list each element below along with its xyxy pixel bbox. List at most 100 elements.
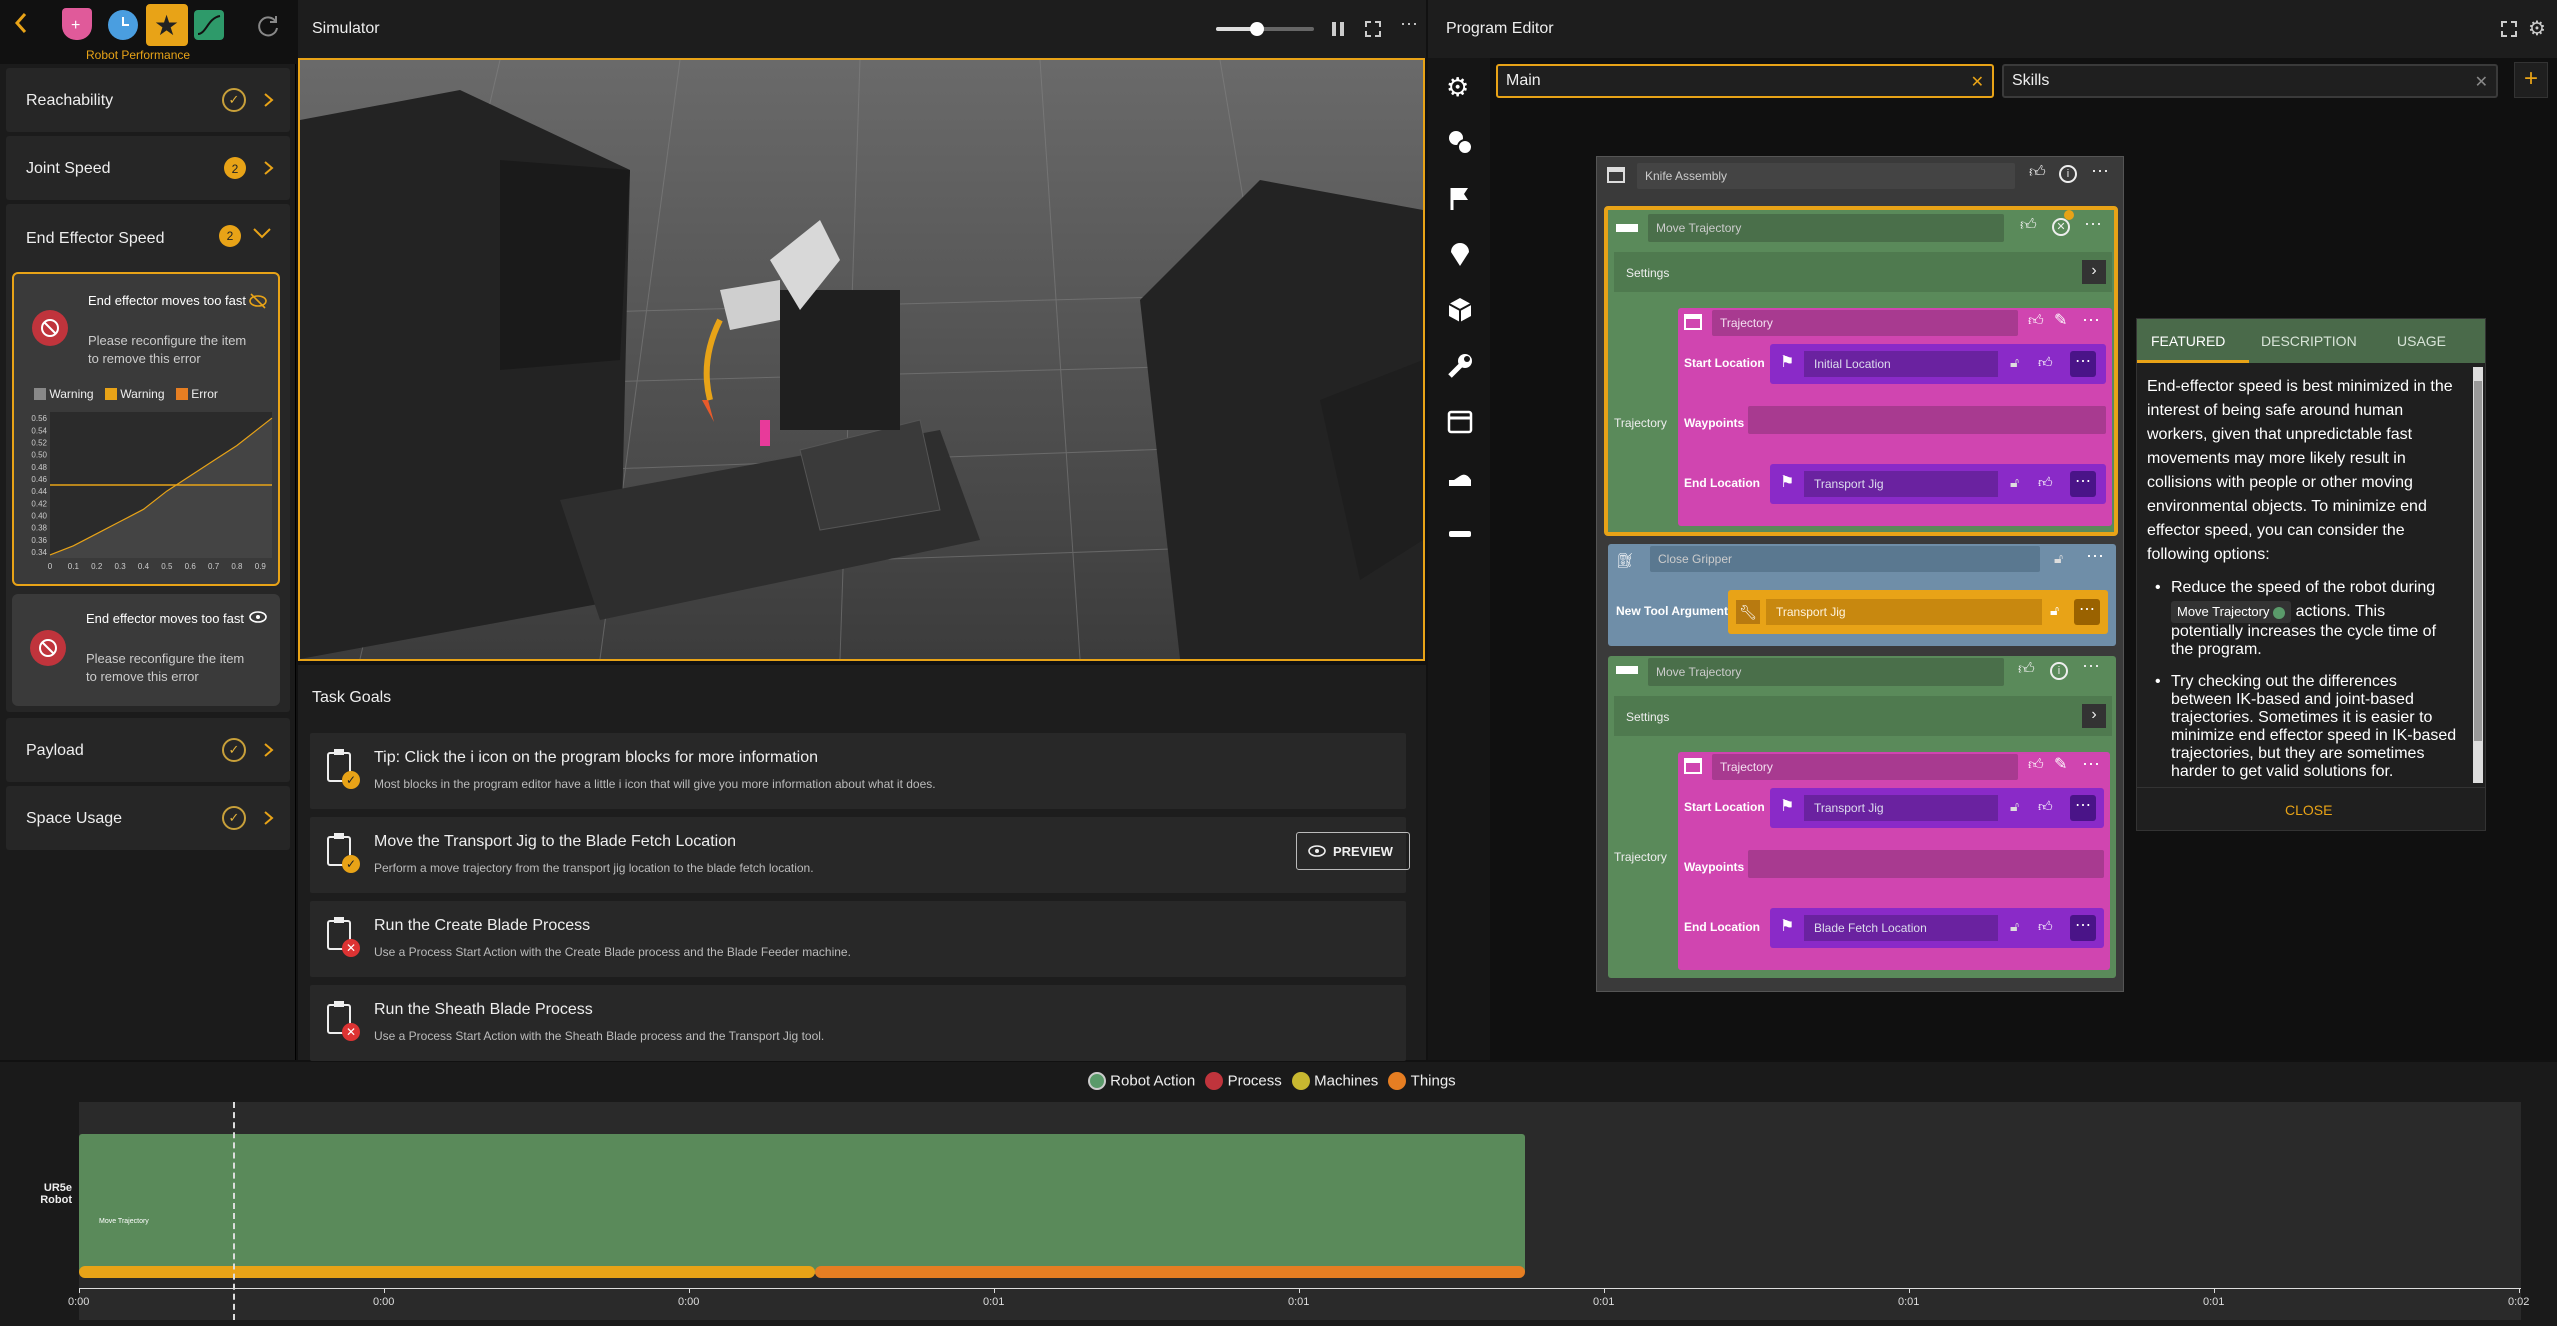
more-icon[interactable]: ⋯ [1400,14,1418,35]
preview-button[interactable]: PREVIEW [1296,832,1410,870]
tab-description[interactable]: DESCRIPTION [2261,333,2357,349]
transport-jig-field[interactable]: Transport Jig [1804,471,1998,497]
safety-shield-icon[interactable]: + [62,8,92,40]
chevron-down-icon[interactable] [252,226,272,242]
wrench-icon[interactable] [1446,352,1474,380]
minus-block-icon[interactable] [1446,520,1474,548]
lock-icon[interactable]: 🔓︎ [2010,798,2019,815]
machines-bar[interactable] [79,1266,815,1278]
move-trajectory-title[interactable]: Move Trajectory [1648,214,2004,242]
trajectory-block[interactable]: Trajectory 👍︎ ✎ ⋯ Start Location ⚑ Trans… [1678,752,2110,970]
refresh-icon[interactable] [256,14,280,38]
space-usage-item[interactable]: Space Usage ✓ [6,786,290,850]
initial-location-block[interactable]: ⚑ Initial Location 🔓︎ 👍︎ ⋯ [1770,344,2106,384]
scrollbar-thumb[interactable] [2474,381,2482,741]
more-icon[interactable]: ⋯ [2082,656,2100,677]
tab-main[interactable]: Main ✕ [1496,64,1994,98]
trajectory-title[interactable]: Trajectory [1712,754,2018,780]
back-icon[interactable] [14,12,28,34]
move-trajectory-block[interactable]: Move Trajectory 👍︎ i ⋯ Settings › Trajec… [1608,656,2116,978]
more-icon[interactable]: ⋯ [2082,754,2100,775]
close-icon[interactable]: ✕ [1971,72,1984,92]
blade-fetch-location-block[interactable]: ⚑ Blade Fetch Location 🔓︎ 👍︎ ⋯ [1770,908,2104,948]
payload-item[interactable]: Payload ✓ [6,718,290,782]
thumbs-up-icon[interactable]: 👍︎ [2020,216,2037,235]
lock-icon[interactable]: 🔓︎ [2010,918,2019,935]
knife-assembly-title[interactable]: Knife Assembly [1637,163,2015,189]
tab-usage[interactable]: USAGE [2397,333,2446,349]
more-icon[interactable]: ⋯ [2082,310,2100,331]
edit-pencil-icon[interactable]: ✎ [2054,310,2067,330]
pause-icon[interactable] [1330,20,1346,38]
simulator-3d-viewport[interactable] [298,58,1425,661]
zoom-slider[interactable] [1216,22,1314,36]
task-goal-item[interactable]: ✕ Run the Create Blade Process Use a Pro… [310,901,1406,977]
transport-jig-location-block[interactable]: ⚑ Transport Jig 🔓︎ 👍︎ ⋯ [1770,788,2104,828]
settings-row[interactable]: Settings › [1614,696,2112,736]
waypoints-slot[interactable] [1748,406,2106,434]
move-trajectory-title[interactable]: Move Trajectory [1648,658,2004,686]
transport-jig-location-block[interactable]: ⚑ Transport Jig 🔓︎ 👍︎ ⋯ [1770,464,2106,504]
thumbs-up-icon[interactable]: 👍︎ [2038,798,2053,815]
more-icon[interactable]: ⋯ [2070,471,2096,497]
chevron-right-icon[interactable] [262,156,276,180]
close-button[interactable]: CLOSE [2285,802,2332,818]
window-icon[interactable] [1446,408,1474,436]
close-icon[interactable]: ✕ [2475,72,2488,92]
more-icon[interactable]: ⋯ [2070,795,2096,821]
trajectory-block[interactable]: Trajectory 👍︎ ✎ ⋯ Start Location ⚑ Initi… [1678,308,2112,526]
eye-icon[interactable] [248,610,268,624]
waypoints-slot[interactable] [1748,850,2104,878]
thumbs-up-icon[interactable]: 👍︎ [2038,474,2053,491]
close-gripper-block[interactable]: ⛽︎ Close Gripper 🔓︎ ⋯ New Tool Argument … [1608,544,2116,646]
robot-performance-star-icon[interactable]: ★ [146,4,188,46]
joint-speed-item[interactable]: Joint Speed 2 [6,136,290,200]
flag-icon[interactable] [1446,184,1474,212]
trajectory-title[interactable]: Trajectory [1712,310,2018,336]
more-icon[interactable]: ⋯ [2086,546,2104,567]
reachability-item[interactable]: Reachability ✓ [6,68,290,132]
lock-icon[interactable]: 🔓︎ [2050,602,2059,619]
thumbs-up-icon[interactable]: 👍︎ [2018,660,2035,679]
error-circle-icon[interactable]: ✕ [2052,218,2070,236]
thumbs-up-icon[interactable]: 👍︎ [2038,354,2053,371]
scrollbar[interactable] [2473,367,2483,783]
zoom-slider-handle[interactable] [1250,22,1265,36]
chevron-right-icon[interactable] [262,806,276,830]
chevron-right-icon[interactable]: › [2082,260,2106,284]
location-pin-icon[interactable] [1446,240,1474,268]
process-icon[interactable] [1446,128,1474,156]
task-goal-item[interactable]: ✓ Tip: Click the i icon on the program b… [310,733,1406,809]
transport-jig-tool-field[interactable]: Transport Jig [1766,599,2042,625]
task-goal-item[interactable]: ✓ Move the Transport Jig to the Blade Fe… [310,817,1410,893]
lock-icon[interactable]: 🔓︎ [2054,550,2063,567]
initial-location-field[interactable]: Initial Location [1804,351,1998,377]
transport-jig-tool-block[interactable]: 🔧︎ Transport Jig 🔓︎ ⋯ [1728,590,2108,634]
thumbs-up-icon[interactable]: 👍︎ [2029,163,2046,182]
fullscreen-icon[interactable] [2500,20,2518,38]
close-gripper-title[interactable]: Close Gripper [1650,546,2040,572]
add-tab-button[interactable]: + [2514,62,2548,98]
chevron-right-icon[interactable]: › [2082,704,2106,728]
info-icon[interactable]: i [2059,165,2077,183]
clock-icon[interactable] [108,10,138,40]
move-trajectory-timeline-bar[interactable]: Move Trajectory [79,1134,1525,1274]
error-card-selected[interactable]: End effector moves too fast Please recon… [12,272,280,586]
trend-icon[interactable] [194,10,224,40]
tab-featured[interactable]: FEATURED [2151,333,2225,349]
chevron-right-icon[interactable] [262,88,276,112]
things-bar[interactable] [815,1266,1525,1278]
lock-icon[interactable]: 🔓︎ [2010,354,2019,371]
tab-skills[interactable]: Skills ✕ [2002,64,2498,98]
settings-gear-icon[interactable]: ⚙ [2528,16,2546,41]
more-icon[interactable]: ⋯ [2070,351,2096,377]
thumbs-up-icon[interactable]: 👍︎ [2038,918,2053,935]
error-card[interactable]: End effector moves too fast Please recon… [12,594,280,706]
info-icon[interactable]: i [2050,662,2068,680]
lock-icon[interactable]: 🔓︎ [2010,474,2019,491]
thumbs-up-icon[interactable]: 👍︎ [2028,756,2044,774]
more-icon[interactable]: ⋯ [2091,161,2109,182]
end-effector-speed-label[interactable]: End Effector Speed [26,230,164,248]
edit-pencil-icon[interactable]: ✎ [2054,754,2067,774]
move-trajectory-block[interactable]: Move Trajectory 👍︎ ✕ ⋯ Settings › Trajec… [1604,206,2118,536]
